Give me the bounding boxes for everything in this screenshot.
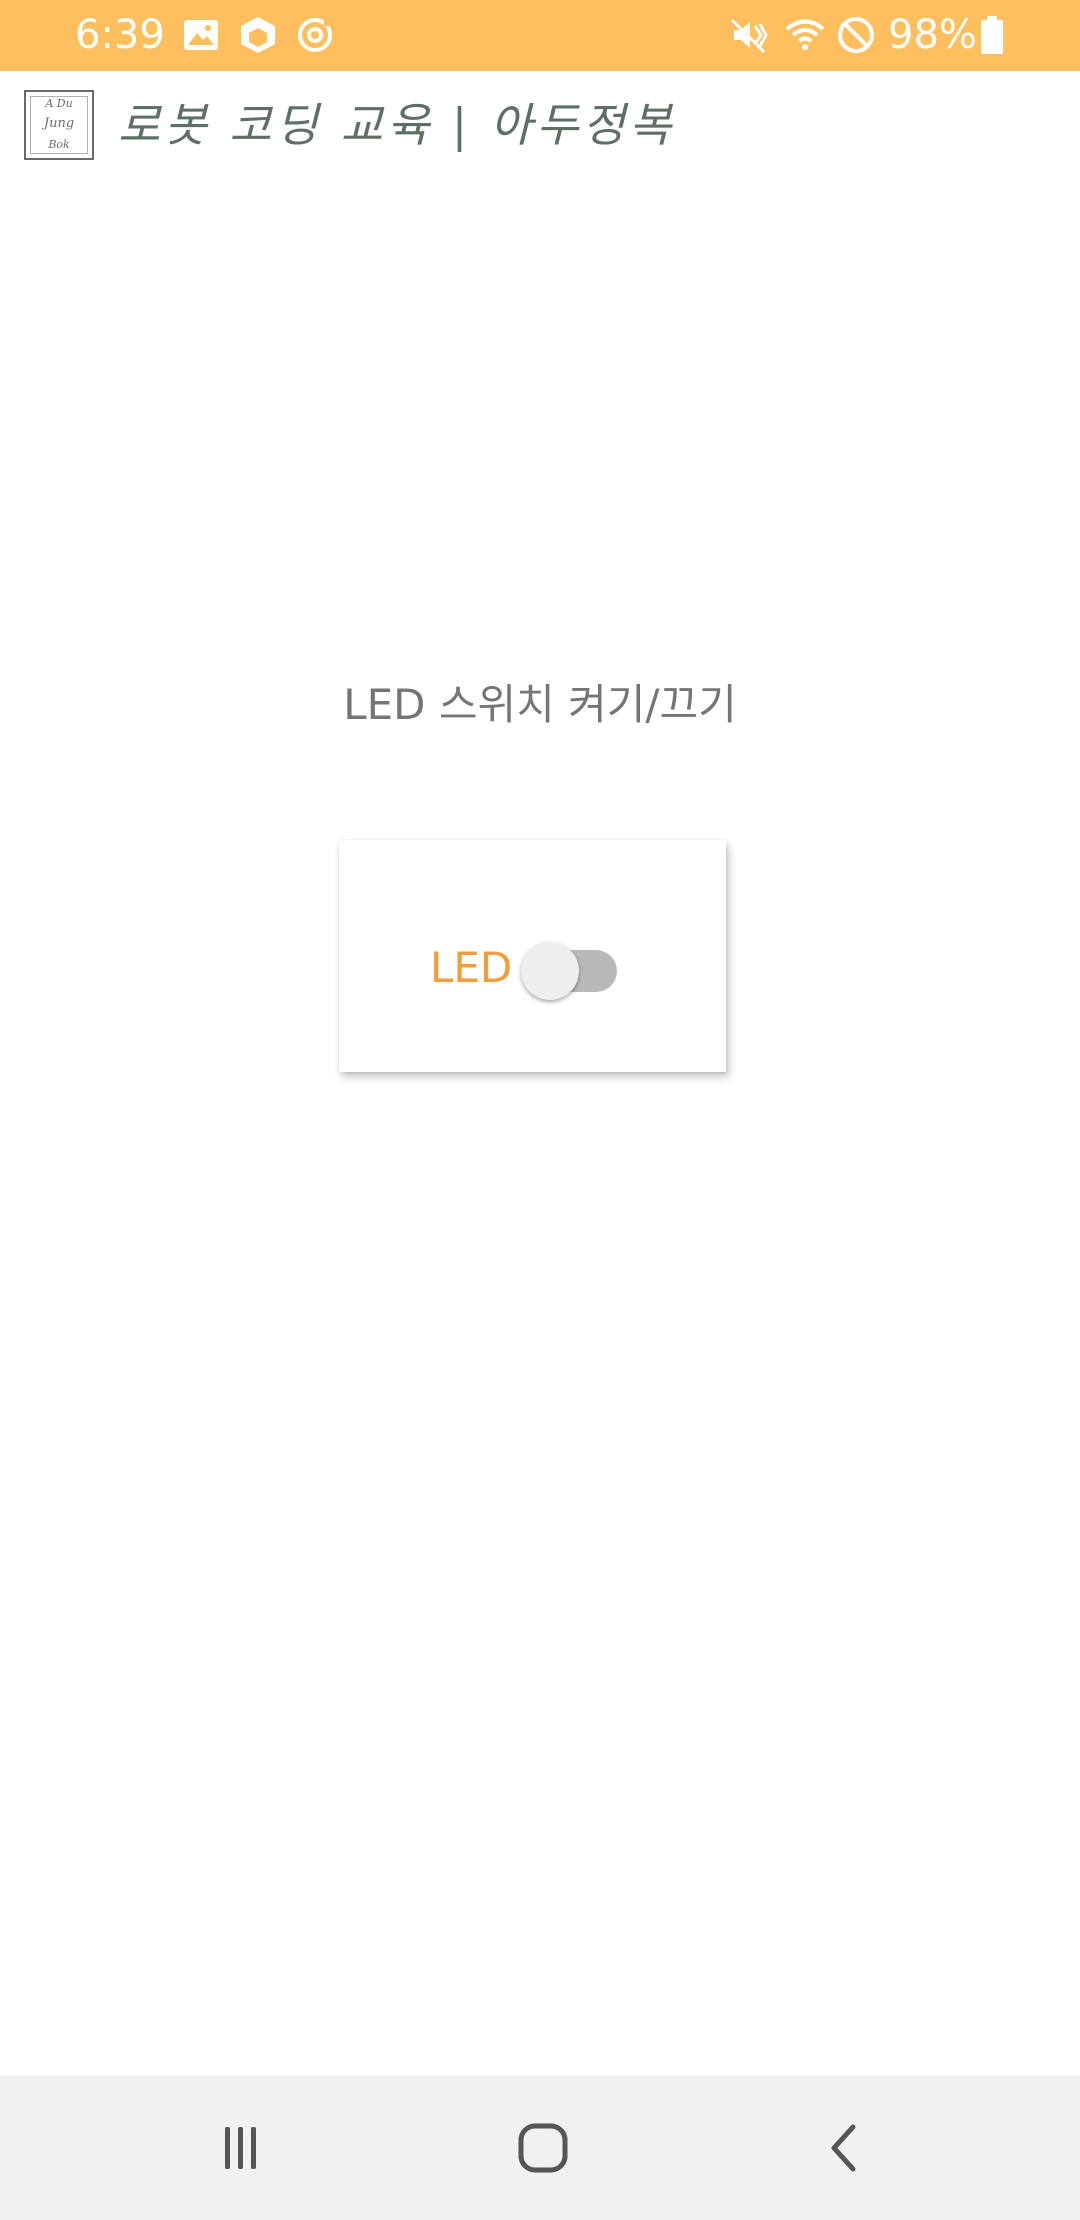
package-icon <box>237 14 279 56</box>
back-button[interactable] <box>785 2105 905 2195</box>
image-icon <box>180 14 222 56</box>
led-switch-heading: LED 스위치 켜기/끄기 <box>343 680 737 729</box>
do-not-disturb-icon <box>835 14 877 56</box>
logo-text-line-2: Jung <box>43 116 75 131</box>
battery-percentage: 98% <box>888 12 977 58</box>
home-button[interactable] <box>483 2105 603 2195</box>
home-icon <box>516 2121 570 2179</box>
status-bar: 6:39 98% <box>0 0 1080 71</box>
wifi-icon <box>784 14 826 56</box>
system-nav-bar <box>0 2075 1080 2220</box>
sync-icon <box>294 14 336 56</box>
toggle-thumb <box>521 942 579 1000</box>
led-switch-card: LED <box>339 840 726 1072</box>
app-logo: A Du Jung Bok <box>24 90 94 160</box>
vibrate-icon <box>728 14 770 56</box>
battery-icon <box>978 14 1006 56</box>
led-switch-label: LED <box>430 943 513 992</box>
recent-apps-button[interactable] <box>181 2105 301 2195</box>
led-toggle-switch[interactable] <box>521 942 621 1000</box>
app-header: A Du Jung Bok 로봇 코딩 교육 | 아두정복 <box>0 71 1080 181</box>
status-time: 6:39 <box>75 12 165 58</box>
app-title: 로봇 코딩 교육 | 아두정복 <box>118 98 676 152</box>
recent-apps-icon <box>216 2123 266 2177</box>
back-icon <box>820 2123 870 2177</box>
logo-text-line-3: Bok <box>48 138 70 151</box>
logo-text-line-1: A Du <box>45 97 73 110</box>
